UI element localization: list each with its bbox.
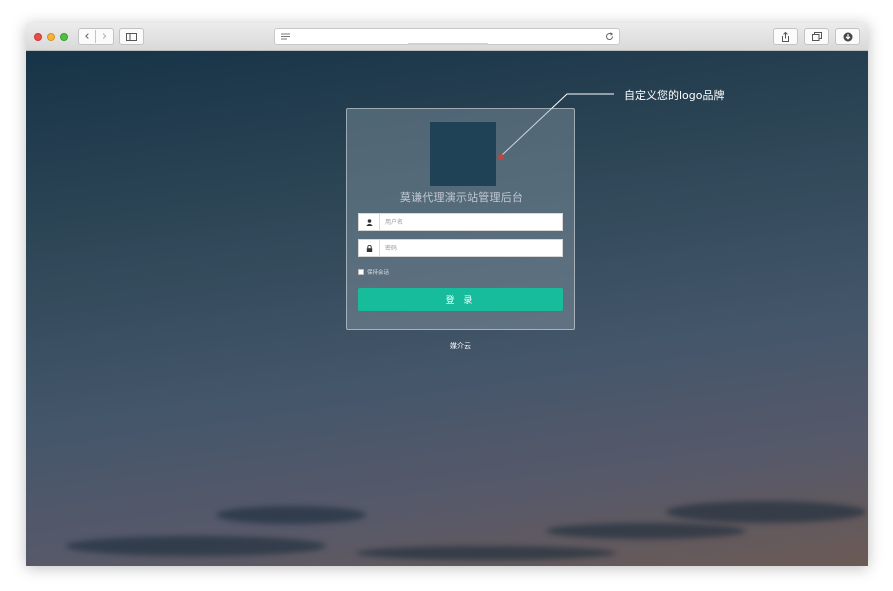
browser-window: ‹ › 自定义您的logo品牌 莫谦代理演示站管理后台 用户名 保持会话 登 录… bbox=[26, 23, 868, 566]
forward-button[interactable]: › bbox=[96, 30, 113, 43]
share-icon bbox=[782, 31, 789, 42]
minimize-window-button[interactable] bbox=[47, 33, 55, 41]
username-field[interactable] bbox=[358, 213, 563, 231]
reload-icon[interactable] bbox=[605, 32, 614, 41]
address-bar[interactable] bbox=[274, 28, 620, 45]
site-title: 莫谦代理演示站管理后台 bbox=[399, 191, 524, 204]
remember-label: 保持会话 bbox=[367, 270, 390, 276]
maximize-window-button[interactable] bbox=[60, 33, 68, 41]
browser-toolbar: ‹ › bbox=[26, 23, 868, 51]
history-nav-group: ‹ › bbox=[78, 28, 114, 45]
password-addon bbox=[359, 240, 380, 256]
share-button[interactable] bbox=[773, 28, 798, 45]
close-window-button[interactable] bbox=[34, 33, 42, 41]
tabs-button[interactable] bbox=[804, 28, 829, 45]
page-load-indicator bbox=[408, 43, 488, 45]
back-button[interactable]: ‹ bbox=[79, 30, 97, 43]
remember-checkbox[interactable] bbox=[358, 269, 364, 275]
download-icon bbox=[843, 32, 852, 41]
login-panel: 莫谦代理演示站管理后台 保持会话 登 录 bbox=[346, 108, 575, 330]
user-icon bbox=[365, 218, 373, 226]
sidebar-button[interactable] bbox=[119, 28, 144, 45]
password-input[interactable] bbox=[385, 241, 555, 255]
login-button[interactable]: 登 录 bbox=[358, 288, 563, 311]
password-field[interactable] bbox=[358, 239, 563, 257]
downloads-button[interactable] bbox=[835, 28, 860, 45]
logo-placeholder bbox=[430, 122, 496, 186]
sidebar-icon bbox=[126, 32, 137, 41]
tabs-icon bbox=[811, 32, 822, 41]
footer-brand: 媒介云 bbox=[450, 342, 471, 350]
username-addon bbox=[359, 214, 380, 230]
remember-session[interactable]: 保持会话 bbox=[358, 268, 389, 276]
annotation-marker bbox=[498, 154, 504, 160]
username-input[interactable] bbox=[385, 215, 555, 229]
lock-icon bbox=[366, 244, 372, 252]
reader-icon[interactable] bbox=[281, 33, 290, 40]
page-viewport: 自定义您的logo品牌 莫谦代理演示站管理后台 保持会话 bbox=[26, 51, 868, 566]
logo-annotation-label: 自定义您的logo品牌 bbox=[624, 89, 725, 102]
